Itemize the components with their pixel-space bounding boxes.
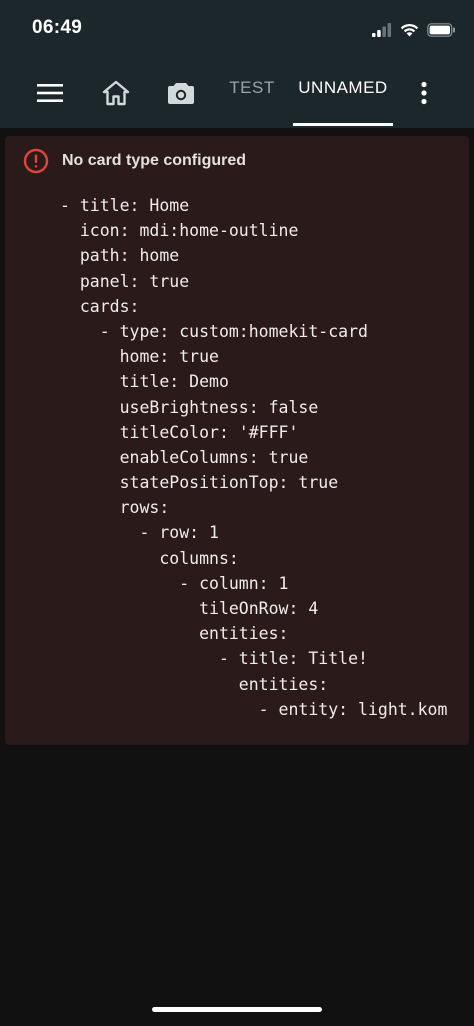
camera-tab[interactable] [164,76,198,110]
battery-icon [427,23,455,37]
wifi-icon [400,23,419,37]
yaml-line: tileOnRow: 4 [60,599,319,618]
yaml-line: - type: custom:homekit-card [60,321,368,341]
home-icon [102,80,130,106]
yaml-line: titleColor: '#FFF' [60,422,299,442]
more-options-button[interactable] [407,76,441,110]
alert-circle-icon [23,148,49,174]
status-time: 06:49 [32,17,83,38]
yaml-line: - title: Title! [60,649,368,669]
yaml-line: - title: Home [60,196,190,215]
yaml-line: icon: mdi:home-outline [60,221,299,241]
status-bar: 06:49 [0,0,474,58]
yaml-line: enableColumns: true [60,447,309,467]
yaml-line: cards: [60,296,140,316]
error-title: No card type configured [62,152,247,169]
app-header: 06:49 TEST UNNAMED [0,0,474,128]
tab-unnamed[interactable]: UNNAMED [293,78,393,128]
home-tab[interactable] [99,76,133,110]
yaml-line: useBrightness: false [60,397,319,417]
menu-icon [37,84,63,102]
yaml-line: - column: 1 [60,573,289,593]
error-header: No card type configured [23,148,246,174]
yaml-line: home: true [60,347,219,367]
app-screen: 06:49 TEST UNNAMED No card type configur… [0,0,474,1026]
yaml-line: statePositionTop: true [60,473,339,493]
yaml-config: - title: Home icon: mdi:home-outline pat… [60,193,447,722]
yaml-line: rows: [60,498,170,518]
yaml-line: entities: [60,624,289,644]
signal-icon [372,23,392,37]
yaml-line: - row: 1 [60,523,219,543]
more-vertical-icon [421,81,427,105]
tab-test[interactable]: TEST [222,78,282,128]
yaml-line: path: home [60,246,180,266]
active-tab-indicator [293,123,393,126]
home-indicator [152,1007,322,1012]
toolbar: TEST UNNAMED [0,58,474,128]
yaml-line: entities: [60,674,329,694]
menu-button[interactable] [33,76,67,110]
yaml-line: - entity: light.kom [60,699,448,719]
yaml-line: panel: true [60,271,190,291]
camera-icon [168,83,194,104]
yaml-line: columns: [60,548,239,568]
yaml-line: title: Demo [60,372,229,392]
status-icons [372,20,456,40]
